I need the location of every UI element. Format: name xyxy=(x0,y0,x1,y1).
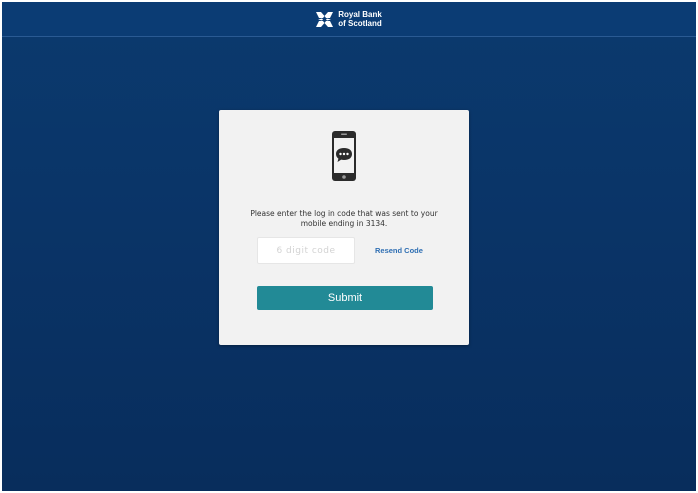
rbs-daisy-logo-icon xyxy=(316,11,334,27)
top-bar: Royal Bank of Scotland xyxy=(2,2,696,37)
brand-line-2: of Scotland xyxy=(338,19,382,28)
phone-message-icon xyxy=(331,130,357,187)
brand: Royal Bank of Scotland xyxy=(316,10,382,28)
login-code-input[interactable] xyxy=(257,237,355,264)
brand-line-1: Royal Bank xyxy=(338,10,382,19)
instruction-message: Please enter the log in code that was se… xyxy=(250,209,438,228)
login-code-card: Please enter the log in code that was se… xyxy=(219,110,469,345)
resend-code-link[interactable]: Resend Code xyxy=(375,246,423,255)
page-background: Royal Bank of Scotland Please enter the … xyxy=(2,2,696,491)
submit-button[interactable]: Submit xyxy=(257,286,433,310)
brand-name: Royal Bank of Scotland xyxy=(338,10,382,28)
